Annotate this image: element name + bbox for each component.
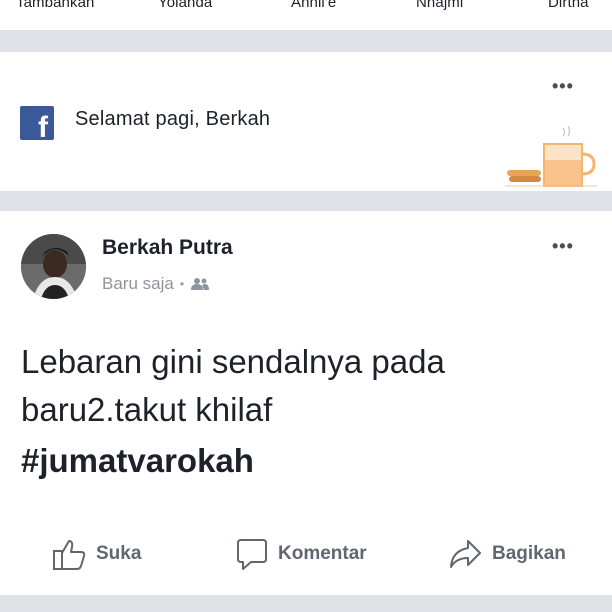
greeting-text: Selamat pagi, Berkah xyxy=(75,108,271,130)
more-dots-icon[interactable]: ••• xyxy=(552,76,574,97)
story-item[interactable]: Dirtha xyxy=(548,0,589,11)
friends-icon[interactable] xyxy=(190,277,210,291)
post-meta: Baru saja • xyxy=(102,274,210,294)
like-icon xyxy=(53,540,86,570)
story-item[interactable]: Nhajmi xyxy=(416,0,463,11)
post-hashtag[interactable]: #jumatvarokah xyxy=(21,437,254,485)
post-text: Lebaran gini sendalnya pada baru2.takut … xyxy=(21,338,601,434)
meta-separator: • xyxy=(179,277,185,291)
comment-label: Komentar xyxy=(278,543,367,564)
comment-button[interactable]: Komentar xyxy=(234,537,367,571)
stories-strip: Tambahkan Yolanda Annil'e Nhajmi Dirtha xyxy=(0,0,612,30)
comment-icon xyxy=(237,539,267,570)
more-dots-icon[interactable]: ••• xyxy=(552,236,574,257)
like-label: Suka xyxy=(96,543,142,564)
share-icon xyxy=(450,540,481,568)
story-item-add[interactable]: Tambahkan xyxy=(16,0,94,11)
share-label: Bagikan xyxy=(492,543,566,564)
profile-photo xyxy=(21,234,86,299)
post-time[interactable]: Baru saja xyxy=(102,274,174,294)
facebook-logo-icon: f xyxy=(20,106,54,143)
story-item[interactable]: Yolanda xyxy=(158,0,212,11)
post-text-line: baru2.takut khilaf xyxy=(21,391,273,428)
like-button[interactable]: Suka xyxy=(52,537,141,571)
story-item[interactable]: Annil'e xyxy=(291,0,336,11)
post-text-line: Lebaran gini sendalnya pada xyxy=(21,343,445,380)
share-button[interactable]: Bagikan xyxy=(448,537,566,571)
post-author-name[interactable]: Berkah Putra xyxy=(102,236,233,260)
coffee-cup-icon xyxy=(505,126,597,187)
avatar[interactable] xyxy=(21,234,86,299)
